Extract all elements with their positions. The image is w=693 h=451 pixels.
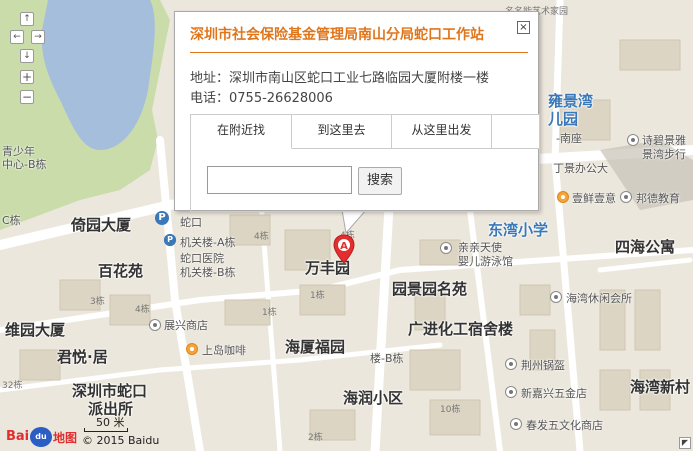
map-label: C栋 [2,214,21,227]
title-divider [190,52,528,53]
map-label: 楼-B栋 [370,352,404,365]
map-label: 儿园 [548,110,579,128]
map-label: 四海公寓 [615,238,676,256]
map-label: 维园大厦 [5,321,66,339]
map-label: 新嘉兴五金店 [521,387,587,400]
poi-icon[interactable] [620,191,632,203]
poi-icon[interactable] [505,386,517,398]
location-marker[interactable]: A [333,234,355,264]
map-label: 中心-B栋 [2,158,47,171]
poi-icon[interactable] [510,418,522,430]
map-label: 2栋 [308,433,323,443]
info-window-title[interactable]: 深圳市社会保险基金管理局南山分局蛇口工作站 [190,24,484,44]
map-label: 海润小区 [343,389,404,407]
tab-route-from[interactable]: 从这里出发 [392,115,492,148]
poi-icon[interactable] [186,343,198,355]
map-label: 荆州锅盔 [521,359,565,372]
map-label: 机关楼-B栋 [180,266,236,279]
phone-text: 电话：0755-26628006 [190,91,333,106]
map-label: 10栋 [440,405,461,415]
close-icon[interactable]: × [517,21,530,34]
map-label: 壹鲜壹意 [572,192,616,205]
map-label: 32栋 [2,381,23,391]
map-label: 机关楼-A栋 [180,236,236,249]
pan-left-button[interactable]: ← [10,30,24,44]
tab-bar: 在附近找 到这里去 从这里出发 [190,114,540,149]
map-label: 婴儿游泳馆 [458,255,513,268]
map-label: 海厦福园 [285,338,346,356]
map-label: 海湾新村 [630,378,691,396]
zoom-out-button[interactable]: − [20,90,34,104]
map-label: -南座 [556,132,582,145]
paw-icon: du [30,427,52,447]
tab-search-nearby[interactable]: 在附近找 [191,115,292,149]
pan-down-button[interactable]: ↓ [20,49,34,63]
map-navigation-control: ↑ ← → ↓ + − [10,10,50,110]
nearby-search-input[interactable] [207,166,352,194]
address-text: 地址：深圳市南山区蛇口工业七路临园大厦附楼一楼 [190,71,490,86]
poi-icon[interactable] [557,191,569,203]
map-label: 1栋 [310,291,325,301]
map-label: 广进化工宿舍楼 [408,320,514,338]
map-label: 倚园大厦 [71,216,132,234]
info-window: 深圳市社会保险基金管理局南山分局蛇口工作站 × 地址：深圳市南山区蛇口工业七路临… [174,11,540,212]
scale-bar [84,428,128,432]
poi-icon[interactable] [505,358,517,370]
poi-icon[interactable] [550,291,562,303]
logo-text: 地图 [53,431,78,445]
map-label: 景湾步行 [642,148,686,161]
search-button[interactable]: 搜索 [358,167,402,195]
zoom-in-button[interactable]: + [20,70,34,84]
poi-icon[interactable] [149,319,161,331]
map-label: 4栋 [254,232,269,242]
parking-icon[interactable]: P [164,234,176,246]
map-label: 4栋 [135,305,150,315]
copyright-text: © 2015 Baidu [82,434,160,447]
logo-text: Bai [6,429,30,444]
pan-up-button[interactable]: ↑ [20,12,34,26]
map-label: 1栋 [262,308,277,318]
map-label: 园景园名苑 [392,280,468,298]
map-label: 3栋 [90,297,105,307]
pan-right-button[interactable]: → [31,30,45,44]
poi-icon[interactable] [440,242,452,254]
map-label: 君悦·居 [57,348,108,366]
map-label: 展兴商店 [164,319,208,332]
map-label: 丁景办公大 [553,162,608,175]
marker-label: A [340,241,348,252]
map-label: 邦德教育 [636,192,680,205]
baidu-logo: Bai du 地图 [6,427,80,447]
parking-icon[interactable]: P [155,211,169,225]
search-tabs: 在附近找 到这里去 从这里出发 搜索 [190,114,540,224]
tab-route-to[interactable]: 到这里去 [292,115,392,148]
map-label: 百花苑 [98,262,144,280]
map-label: 春发五文化商店 [526,419,603,432]
expand-icon[interactable]: ◤ [679,437,691,449]
map-label: 上岛咖啡 [202,344,246,357]
tab-panel: 搜索 [190,148,540,212]
poi-icon[interactable] [627,134,639,146]
map-label: 海湾休闲会所 [566,292,632,305]
